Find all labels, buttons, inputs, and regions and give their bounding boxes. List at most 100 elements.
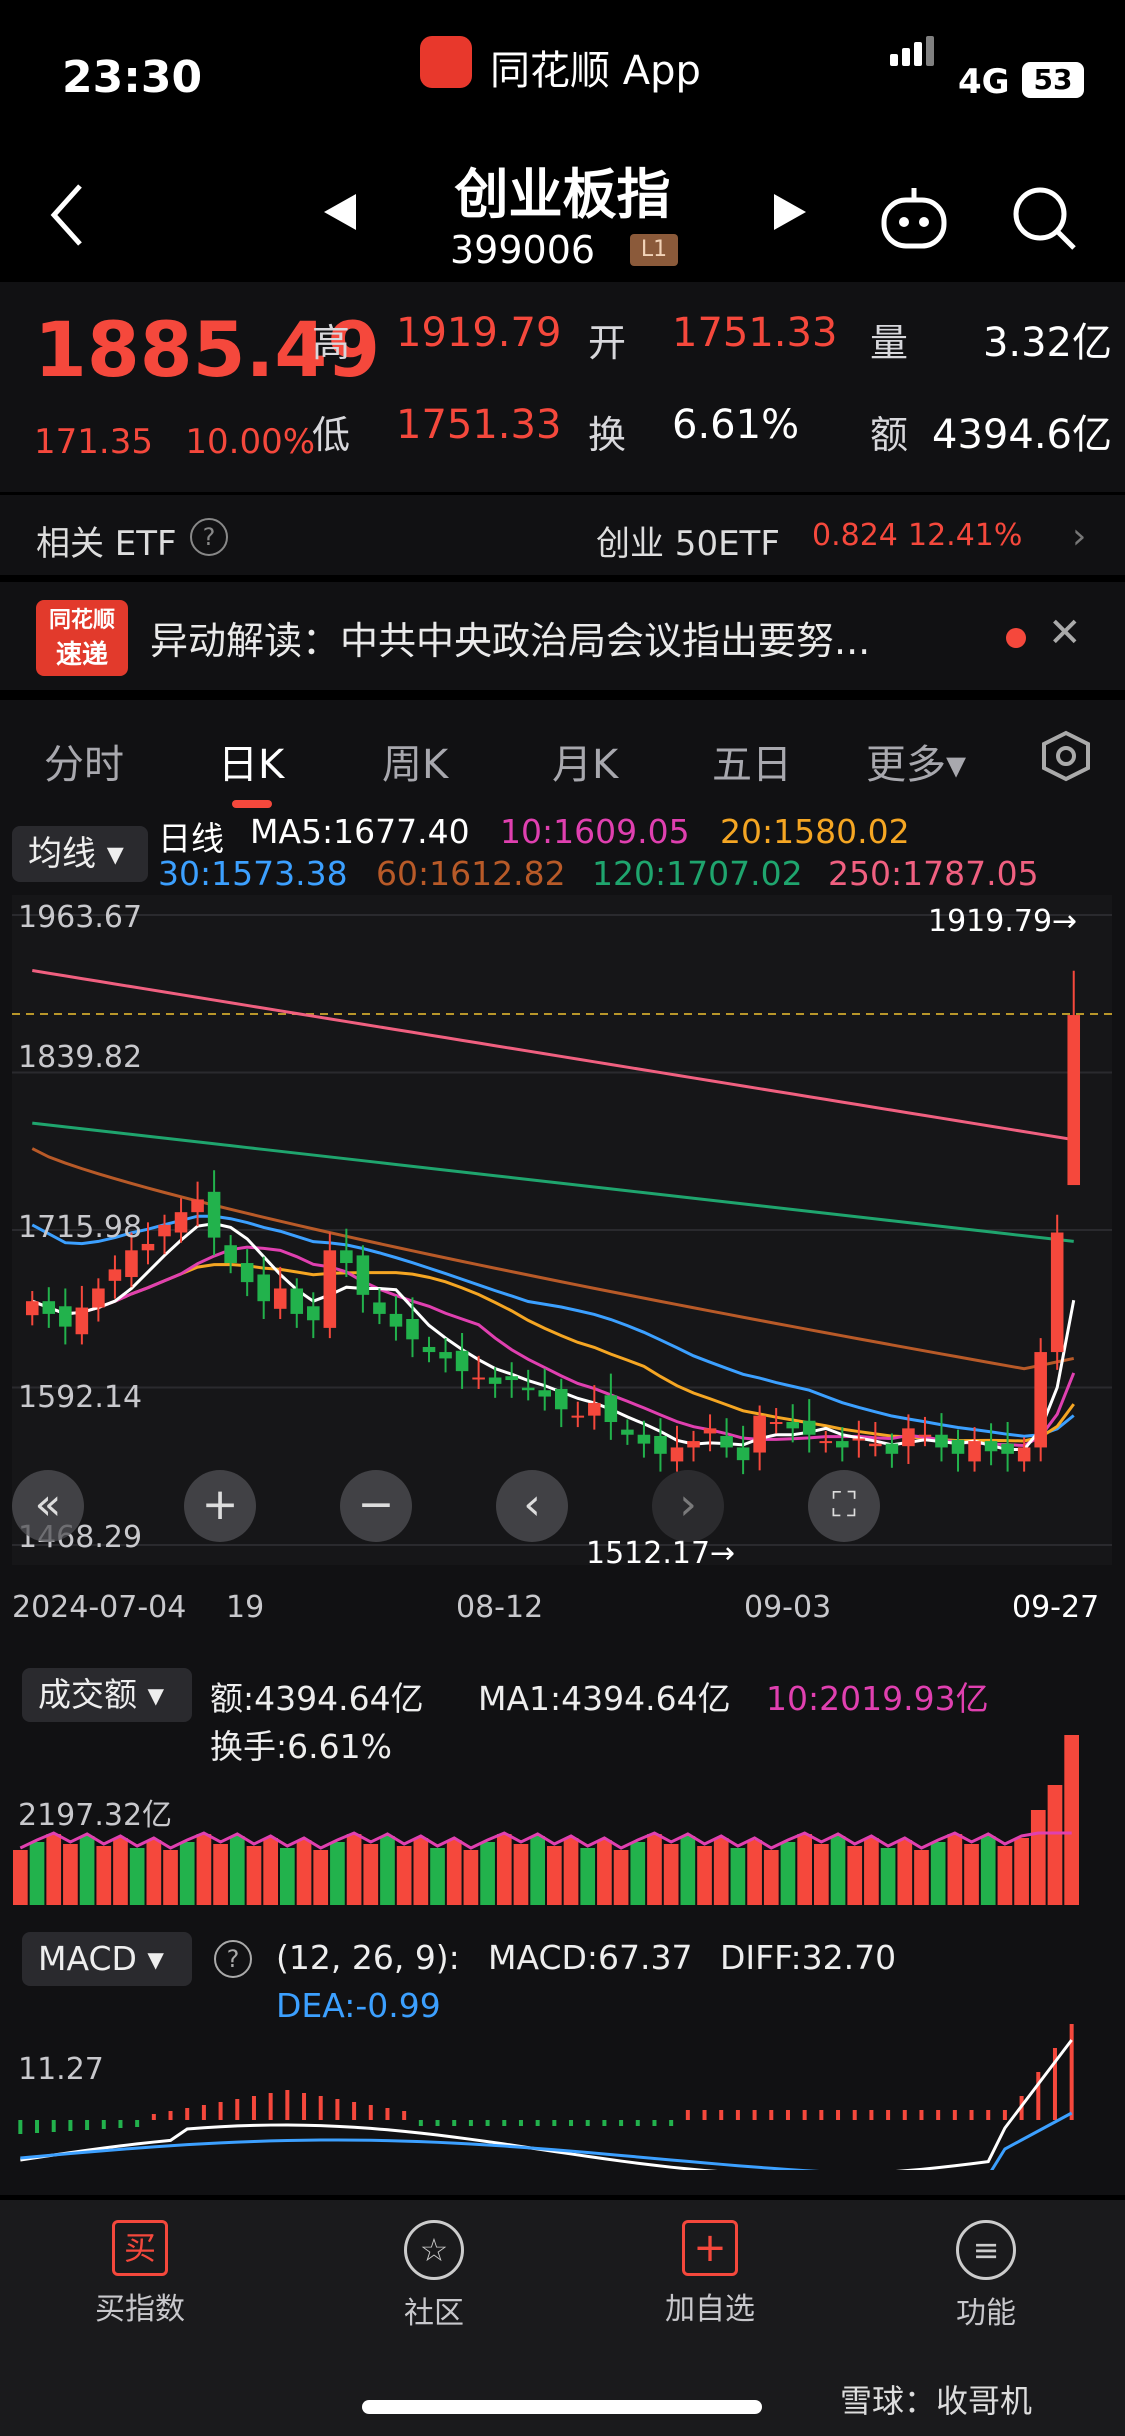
macd-bar <box>452 2120 457 2126</box>
ma-legend-item: 120:1707.02 <box>592 854 803 893</box>
quote-field-label: 高 <box>312 321 351 365</box>
macd-bar <box>852 2110 857 2120</box>
nav-buy-index[interactable]: 买 买指数 <box>50 2220 230 2328</box>
macd-bar <box>35 2120 40 2133</box>
settings-hex-icon[interactable] <box>1040 730 1092 782</box>
x-label: 09-27 <box>1012 1590 1100 1625</box>
volume-bar <box>1064 1735 1079 1905</box>
volume-bar <box>897 1840 913 1905</box>
volume-bar <box>864 1838 879 1905</box>
nav-functions[interactable]: ≡ 功能 <box>896 2220 1076 2332</box>
macd-bar <box>936 2110 941 2120</box>
scroll-right-button[interactable]: › <box>652 1470 724 1542</box>
nav-label: 功能 <box>956 2296 1016 2331</box>
candle-body <box>687 1441 700 1448</box>
ma-dropdown-button[interactable]: 均线 ▾ <box>12 826 148 882</box>
volume-bar <box>229 1836 245 1905</box>
volume-bar <box>1014 1838 1029 1905</box>
volume-ma10: 10:2019.93亿 <box>766 1679 989 1718</box>
volume-bar <box>346 1834 362 1905</box>
macd-bar <box>635 2120 640 2126</box>
nav-add-watchlist[interactable]: + 加自选 <box>620 2220 800 2328</box>
zoom-out-button[interactable]: − <box>340 1470 412 1542</box>
macd-bar <box>435 2120 440 2126</box>
candle-body <box>340 1250 353 1264</box>
ma10-line <box>31 1245 1076 1448</box>
news-logo-top: 同花顺 <box>48 608 115 633</box>
y-label: 1715.98 <box>18 1210 143 1245</box>
home-indicator[interactable] <box>362 2400 762 2414</box>
candle-body <box>819 1441 833 1444</box>
kline-chart[interactable] <box>12 895 1112 1565</box>
macd-bar <box>669 2120 674 2126</box>
tab-monthly-k[interactable]: 月K <box>552 732 618 790</box>
macd-bar <box>752 2110 757 2120</box>
volume-bar <box>296 1840 312 1905</box>
macd-bar <box>969 2110 974 2120</box>
tab-more[interactable]: 更多▾ <box>866 732 966 790</box>
ma20-line <box>31 1263 1075 1443</box>
macd-bar <box>619 2120 624 2126</box>
volume-bar <box>814 1844 829 1905</box>
zoom-in-button[interactable]: + <box>184 1470 256 1542</box>
candle-body <box>257 1274 270 1302</box>
volume-button-label: 成交额 <box>38 1675 137 1714</box>
quote-field-value: 3.32亿 <box>982 320 1112 366</box>
macd-bar <box>101 2120 106 2129</box>
tab-weekly-k[interactable]: 周K <box>382 732 448 790</box>
ma-legend-item: 20:1580.02 <box>720 812 910 851</box>
candle-body <box>621 1429 634 1435</box>
help-icon[interactable]: ? <box>190 518 228 556</box>
x-label: 2024-07-04 <box>12 1590 187 1625</box>
low-marker: 1512.17→ <box>586 1536 736 1571</box>
robot-icon[interactable] <box>876 184 952 254</box>
ma-legend-item: 30:1573.38 <box>158 854 348 893</box>
candle-body <box>290 1288 304 1314</box>
search-icon[interactable] <box>1010 184 1080 254</box>
nav-community[interactable]: ☆ 社区 <box>344 2220 524 2332</box>
fullscreen-icon[interactable]: ⛶ <box>808 1470 880 1542</box>
macd-bar <box>836 2110 841 2120</box>
etf-name[interactable]: 创业 50ETF <box>596 516 780 565</box>
macd-chart[interactable] <box>12 2020 1112 2170</box>
scroll-left-fast-button[interactable]: « <box>12 1470 84 1542</box>
macd-dropdown-button[interactable]: MACD ▾ <box>22 1932 192 1986</box>
candle-body <box>174 1212 188 1233</box>
macd-bar <box>719 2110 724 2120</box>
candle-body <box>273 1288 287 1309</box>
volume-bar <box>563 1838 579 1905</box>
volume-bar <box>363 1844 379 1905</box>
ma-legend-item: 10:1609.05 <box>500 812 690 851</box>
unread-dot <box>1006 628 1026 648</box>
help-icon[interactable]: ? <box>214 1940 252 1978</box>
watermark: 雪球：收哥机 <box>840 2382 1033 2420</box>
volume-chart[interactable] <box>12 1720 1112 1905</box>
candle-body <box>588 1402 601 1416</box>
candle-body <box>455 1350 469 1372</box>
price-change: 171.35 10.00% <box>34 422 315 462</box>
candle-body <box>505 1376 518 1381</box>
macd-bar <box>335 2099 340 2120</box>
macd-bar <box>1036 2072 1041 2120</box>
volume-bar <box>980 1836 996 1905</box>
ma-legend-item: 250:1787.05 <box>828 854 1039 893</box>
candle-body <box>422 1346 436 1353</box>
tab-intraday[interactable]: 分时 <box>44 732 124 790</box>
chevron-right-icon[interactable]: › <box>1072 516 1086 557</box>
candle-body <box>670 1447 684 1462</box>
volume-dropdown-button[interactable]: 成交额 ▾ <box>22 1668 192 1722</box>
ma120-line <box>32 1121 1074 1243</box>
candle-body <box>59 1306 72 1327</box>
change-pct: 10.00% <box>185 422 316 462</box>
next-stock-icon[interactable] <box>772 192 808 232</box>
page-title: 创业板指 <box>454 163 671 226</box>
tab-daily-k[interactable]: 日K <box>218 732 284 790</box>
candle-body <box>158 1224 171 1237</box>
scroll-left-button[interactable]: ‹ <box>496 1470 568 1542</box>
news-headline[interactable]: 异动解读：中共中央政治局会议指出要努... <box>150 610 970 665</box>
close-icon[interactable]: ✕ <box>1048 610 1082 656</box>
tab-five-day[interactable]: 五日 <box>712 732 792 790</box>
battery-icon: 53 <box>1022 62 1084 98</box>
volume-bar <box>263 1838 278 1905</box>
candle-body <box>1034 1352 1047 1448</box>
